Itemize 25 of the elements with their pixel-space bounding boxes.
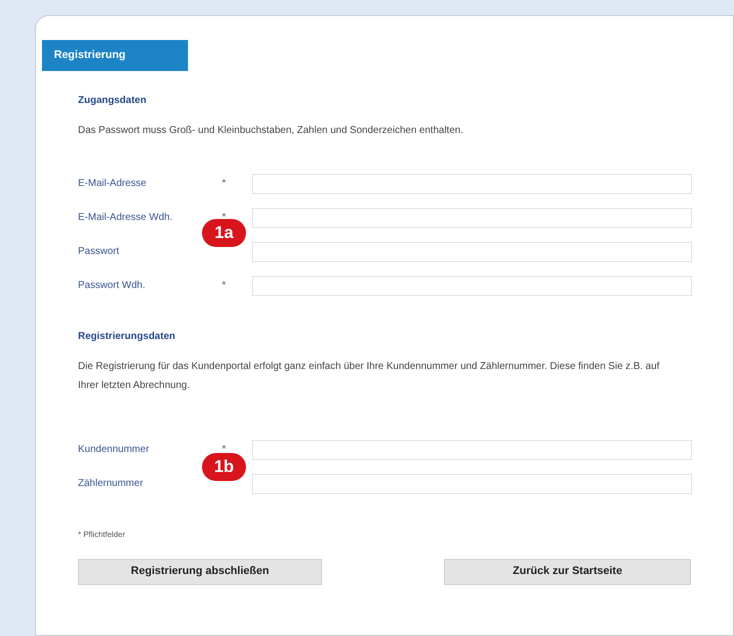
section-heading: Zugangsdaten <box>78 94 148 108</box>
field-label: Passwort Wdh. <box>78 279 146 293</box>
field-label: Zählernummer <box>78 477 144 491</box>
instruction-text: Das Passwort muss Groß- und Kleinbuchstaben, Zahlen und Sonderzeichen enthalten. <box>78 124 464 138</box>
registration-tab[interactable]: Registrierung <box>42 40 188 70</box>
field-label: Kundennummer <box>78 443 150 457</box>
field-label: E-Mail-Adresse Wdh. <box>78 211 174 225</box>
section-heading: Registrierungsdaten <box>78 330 176 344</box>
input-field[interactable] <box>252 242 692 262</box>
annotation-badge: 1a <box>202 218 246 246</box>
annotation-badge: 1b <box>202 452 246 480</box>
field-label: Passwort <box>78 245 120 259</box>
input-field[interactable] <box>252 474 692 494</box>
footnote-text: * Pflichtfelder <box>78 528 126 540</box>
input-field[interactable] <box>252 174 692 194</box>
required-asterisk: * <box>222 280 226 291</box>
input-field[interactable] <box>252 208 692 228</box>
required-asterisk: * <box>222 178 226 189</box>
input-field[interactable] <box>252 276 692 296</box>
form-button[interactable]: Registrierung abschließen <box>78 558 322 584</box>
required-asterisk: * <box>222 444 226 455</box>
input-field[interactable] <box>252 440 692 460</box>
field-label: E-Mail-Adresse <box>78 177 148 191</box>
instruction-text: Die Registrierung für das Kundenportal erfolgt ganz einfach über Ihre Kundennummer und Zählernummer. Diese finden Sie z.B. auf Ihrer letzten Abrechnung. <box>78 360 660 392</box>
form-button[interactable]: Zurück zur Startseite <box>444 558 691 584</box>
